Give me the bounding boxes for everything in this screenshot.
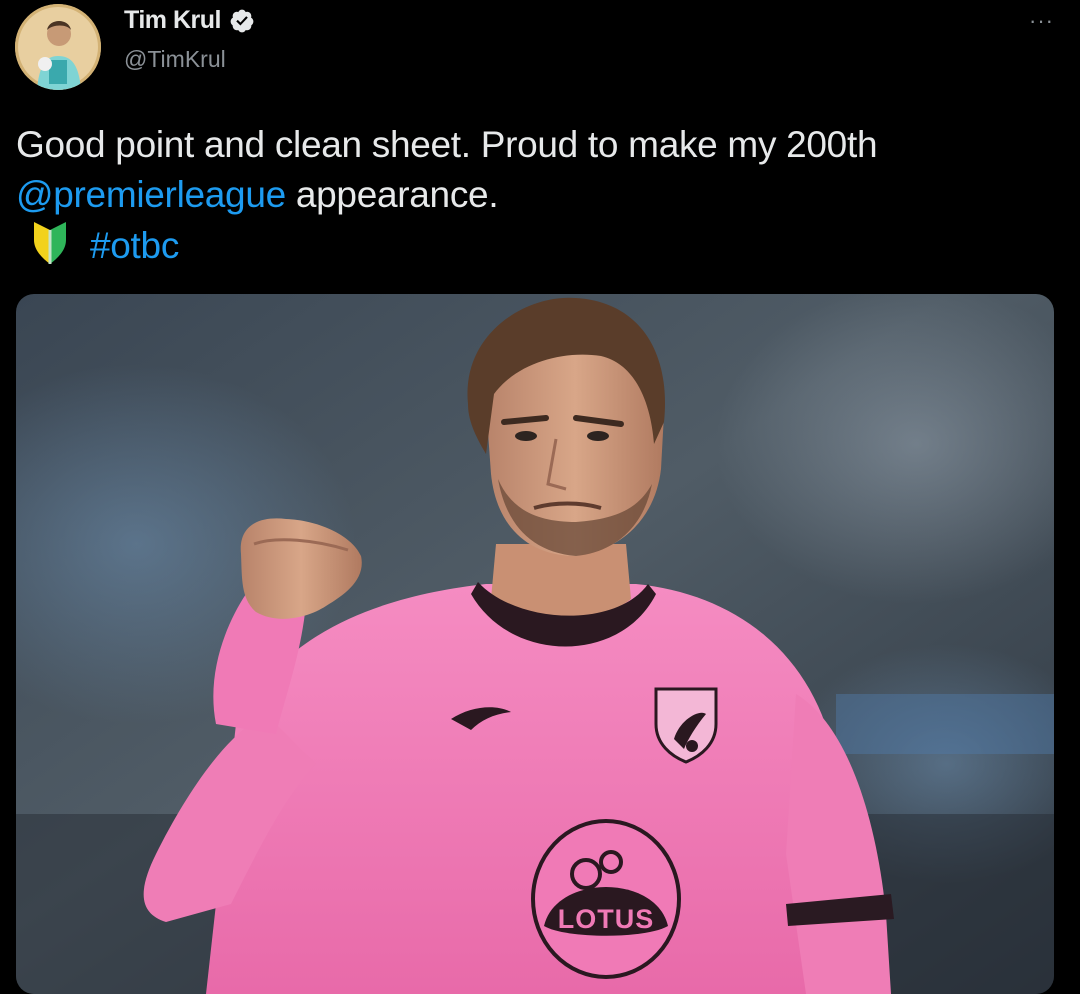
- hashtag-link[interactable]: #otbc: [90, 225, 179, 266]
- display-name[interactable]: Tim Krul: [124, 6, 221, 35]
- yellow-green-shield-icon: [34, 222, 66, 264]
- tweet-text-line-2: @premierleague appearance.: [16, 170, 1066, 220]
- verified-badge-icon: [230, 9, 254, 32]
- tweet-media-photo[interactable]: LOTUS: [16, 294, 1054, 994]
- tweet-text-line-2-rest: appearance.: [285, 174, 499, 215]
- jersey-sponsor-text: LOTUS: [558, 904, 655, 934]
- avatar[interactable]: [15, 4, 101, 90]
- tweet-header: Tim Krul @TimKrul ···: [0, 0, 1080, 100]
- user-handle[interactable]: @TimKrul: [124, 46, 226, 73]
- more-icon[interactable]: ···: [1029, 10, 1054, 32]
- goalkeeper-photo: LOTUS: [16, 294, 1054, 994]
- mention-link[interactable]: @premierleague: [16, 174, 286, 215]
- tweet-text-line-1: Good point and clean sheet. Proud to mak…: [16, 124, 878, 165]
- tweet-text: Good point and clean sheet. Proud to mak…: [16, 120, 1066, 271]
- avatar-image: [15, 4, 101, 90]
- tweet-text-line-3: #otbc: [16, 220, 1066, 271]
